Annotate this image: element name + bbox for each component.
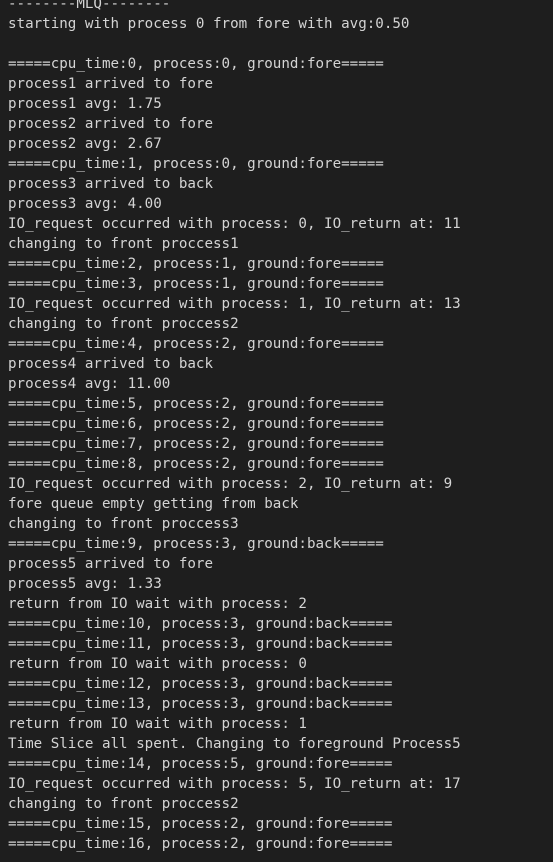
- output-line: return from IO wait with process: 1: [8, 716, 307, 732]
- output-line: =====cpu_time:9, process:3, ground:back=…: [8, 536, 384, 552]
- output-line: =====cpu_time:15, process:2, ground:fore…: [8, 816, 393, 832]
- output-line: process1 avg: 1.75: [8, 96, 162, 112]
- output-line: =====cpu_time:7, process:2, ground:fore=…: [8, 436, 384, 452]
- output-line: =====cpu_time:3, process:1, ground:fore=…: [8, 276, 384, 292]
- output-line: process4 arrived to back: [8, 356, 213, 372]
- output-line: process1 arrived to fore: [8, 76, 213, 92]
- output-line: return from IO wait with process: 2: [8, 596, 307, 612]
- output-line: fore queue empty getting from back: [8, 496, 299, 512]
- output-line: =====cpu_time:5, process:2, ground:fore=…: [8, 396, 384, 412]
- output-line: IO_request occurred with process: 5, IO_…: [8, 776, 461, 792]
- terminal-output[interactable]: --------MLQ-------- starting with proces…: [0, 0, 553, 862]
- output-line: process3 arrived to back: [8, 176, 213, 192]
- output-line: =====cpu_time:1, process:0, ground:fore=…: [8, 156, 384, 172]
- output-line: =====cpu_time:14, process:5, ground:fore…: [8, 756, 393, 772]
- output-line: =====cpu_time:2, process:1, ground:fore=…: [8, 256, 384, 272]
- output-line: process5 avg: 1.33: [8, 576, 162, 592]
- output-line: changing to front proccess1: [8, 236, 239, 252]
- output-line: IO_request occurred with process: 0, IO_…: [8, 216, 461, 232]
- output-line: =====cpu_time:16, process:2, ground:fore…: [8, 836, 393, 852]
- output-line: =====cpu_time:13, process:3, ground:back…: [8, 696, 393, 712]
- output-line: changing to front proccess2: [8, 316, 239, 332]
- output-line: process5 arrived to fore: [8, 556, 213, 572]
- output-line: return from IO wait with process: 0: [8, 656, 307, 672]
- output-line: Time Slice all spent. Changing to foregr…: [8, 736, 461, 752]
- output-line: changing to front proccess3: [8, 516, 239, 532]
- output-line: changing to front proccess2: [8, 796, 239, 812]
- output-line: process2 avg: 2.67: [8, 136, 162, 152]
- output-line: process3 avg: 4.00: [8, 196, 162, 212]
- output-line: =====cpu_time:6, process:2, ground:fore=…: [8, 416, 384, 432]
- output-line: IO_request occurred with process: 1, IO_…: [8, 296, 461, 312]
- output-line: IO_request occurred with process: 2, IO_…: [8, 476, 453, 492]
- output-line: =====cpu_time:10, process:3, ground:back…: [8, 616, 393, 632]
- output-line: =====cpu_time:12, process:3, ground:back…: [8, 676, 393, 692]
- output-line: =====cpu_time:4, process:2, ground:fore=…: [8, 336, 384, 352]
- output-line: process4 avg: 11.00: [8, 376, 171, 392]
- output-line: process2 arrived to fore: [8, 116, 213, 132]
- output-line: =====cpu_time:0, process:0, ground:fore=…: [8, 56, 384, 72]
- output-line: --------MLQ--------: [8, 0, 171, 12]
- output-line: starting with process 0 from fore with a…: [8, 16, 410, 32]
- output-line: =====cpu_time:11, process:3, ground:back…: [8, 636, 393, 652]
- output-line: =====cpu_time:8, process:2, ground:fore=…: [8, 456, 384, 472]
